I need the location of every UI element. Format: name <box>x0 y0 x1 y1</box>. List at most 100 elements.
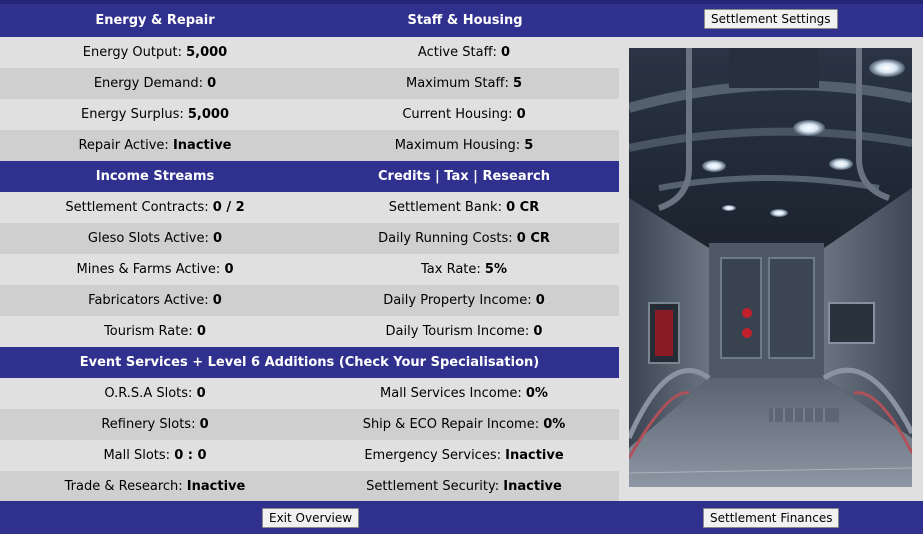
event-section-header: Event Services + Level 6 Additions (Chec… <box>0 347 619 378</box>
stat-label: O.R.S.A Slots: <box>104 386 193 401</box>
stat-right: Settlement Bank: 0 CR <box>309 192 619 223</box>
table-row: Mall Slots: 0 : 0 Emergency Services: Ina… <box>0 440 619 471</box>
stat-value: 5 <box>512 76 523 91</box>
table-row: O.R.S.A Slots: 0 Mall Services Income: 0% <box>0 378 619 409</box>
stat-value: 0% <box>543 417 566 432</box>
stat-right: Daily Running Costs: 0 CR <box>309 223 619 254</box>
staff-housing-title: Staff & Housing <box>407 13 523 28</box>
stat-right: Maximum Housing: 5 <box>309 130 619 161</box>
stat-value: 0 <box>516 107 526 122</box>
stat-right: Settlement Security: Inactive <box>309 471 619 502</box>
stat-left: O.R.S.A Slots: 0 <box>0 378 310 409</box>
table-row: Energy Surplus: 5,000 Current Housing: 0 <box>0 99 619 130</box>
stat-label: Energy Output: <box>82 45 182 60</box>
stat-label: Emergency Services: <box>364 448 501 463</box>
event-services-title: Event Services + Level 6 Additions (Chec… <box>79 355 540 370</box>
stat-label: Mall Slots: <box>103 448 171 463</box>
stat-left: Settlement Contracts: 0 / 2 <box>0 192 310 223</box>
settlement-finances-button[interactable]: Settlement Finances <box>703 508 840 528</box>
stat-value: 0 <box>501 45 511 60</box>
stat-label: Mall Services Income: <box>380 386 522 401</box>
stat-value: Inactive <box>505 448 564 463</box>
table-row: Energy Output: 5,000 Active Staff: 0 <box>0 37 619 68</box>
stat-value: 5,000 <box>186 45 228 60</box>
stat-value: Inactive <box>503 479 562 494</box>
stat-label: Energy Demand: <box>93 76 203 91</box>
stat-label: Ship & ECO Repair Income: <box>362 417 540 432</box>
table-row: Trade & Research: Inactive Settlement Sec… <box>0 471 619 502</box>
stat-label: Mines & Farms Active: <box>76 262 221 277</box>
table-row: Tourism Rate: 0 Daily Tourism Income: 0 <box>0 316 619 347</box>
stat-right: Mall Services Income: 0% <box>309 378 619 409</box>
stat-value: 0 <box>196 386 206 401</box>
stat-value: 0 <box>533 324 543 339</box>
stat-value: 0% <box>525 386 548 401</box>
stat-label: Active Staff: <box>417 45 497 60</box>
stat-right: Active Staff: 0 <box>309 37 619 68</box>
stat-label: Tax Rate: <box>421 262 481 277</box>
stat-right: Daily Property Income: 0 <box>309 285 619 316</box>
stat-value: Inactive <box>172 138 232 153</box>
stat-left: Repair Active: Inactive <box>0 130 310 161</box>
stat-value: 5,000 <box>187 107 229 122</box>
stat-value: 0 : 0 <box>174 448 207 463</box>
stat-value: 0 <box>535 293 545 308</box>
stat-label: Refinery Slots: <box>101 417 196 432</box>
stat-value: 0 CR <box>516 231 550 246</box>
stat-value: 0 / 2 <box>212 200 245 215</box>
stat-right: Daily Tourism Income: 0 <box>309 316 619 347</box>
stat-label: Settlement Bank: <box>388 200 502 215</box>
footer-bar: Exit Overview Settlement Finances <box>0 501 923 534</box>
stat-left: Trade & Research: Inactive <box>0 471 310 502</box>
stat-left: Energy Demand: 0 <box>0 68 310 99</box>
stat-label: Settlement Contracts: <box>65 200 209 215</box>
stat-value: 0 <box>212 293 222 308</box>
table-row: Gleso Slots Active: 0 Daily Running Costs… <box>0 223 619 254</box>
stat-right: Ship & ECO Repair Income: 0% <box>309 409 619 440</box>
header-bar: Energy & Repair Staff & Housing Settleme… <box>0 0 923 37</box>
stat-value: 0 <box>224 262 234 277</box>
stat-value: 0 <box>213 231 223 246</box>
image-panel <box>619 37 923 501</box>
stat-label: Energy Surplus: <box>80 107 184 122</box>
settlement-settings-button[interactable]: Settlement Settings <box>704 9 838 29</box>
table-row: Settlement Contracts: 0 / 2 Settlement Ba… <box>0 192 619 223</box>
credits-tax-research-title: Credits | Tax | Research <box>378 169 550 184</box>
stat-label: Repair Active: <box>78 138 169 153</box>
income-section-header: Income Streams Credits | Tax | Research <box>0 161 619 192</box>
stat-left: Fabricators Active: 0 <box>0 285 310 316</box>
stat-label: Current Housing: <box>402 107 513 122</box>
stat-value: 5% <box>484 262 507 277</box>
stat-label: Fabricators Active: <box>88 293 209 308</box>
table-row: Fabricators Active: 0 Daily Property Inco… <box>0 285 619 316</box>
stat-label: Maximum Staff: <box>405 76 509 91</box>
stat-value: 0 <box>196 324 206 339</box>
stat-right: Maximum Staff: 5 <box>309 68 619 99</box>
stat-left: Refinery Slots: 0 <box>0 409 310 440</box>
stat-label: Gleso Slots Active: <box>87 231 209 246</box>
table-row: Energy Demand: 0 Maximum Staff: 5 <box>0 68 619 99</box>
stat-label: Maximum Housing: <box>394 138 521 153</box>
stat-right: Current Housing: 0 <box>309 99 619 130</box>
stat-left: Energy Surplus: 5,000 <box>0 99 310 130</box>
income-streams-title: Income Streams <box>95 169 215 184</box>
table-row: Refinery Slots: 0 Ship & ECO Repair Incom… <box>0 409 619 440</box>
stat-left: Mines & Farms Active: 0 <box>0 254 310 285</box>
energy-repair-title: Energy & Repair <box>95 13 215 28</box>
stat-value: 5 <box>524 138 534 153</box>
stat-value: 0 <box>207 76 217 91</box>
stat-left: Tourism Rate: 0 <box>0 316 310 347</box>
stat-left: Energy Output: 5,000 <box>0 37 310 68</box>
stat-left: Gleso Slots Active: 0 <box>0 223 310 254</box>
stat-label: Tourism Rate: <box>104 324 193 339</box>
stat-label: Daily Running Costs: <box>378 231 513 246</box>
stat-label: Trade & Research: <box>64 479 183 494</box>
stat-value: 0 <box>199 417 209 432</box>
exit-overview-button[interactable]: Exit Overview <box>262 508 360 528</box>
table-row: Repair Active: Inactive Maximum Housing: … <box>0 130 619 161</box>
table-row: Mines & Farms Active: 0 Tax Rate: 5% <box>0 254 619 285</box>
stat-value: Inactive <box>186 479 246 494</box>
stat-value: 0 CR <box>506 200 540 215</box>
stat-right: Tax Rate: 5% <box>309 254 619 285</box>
stat-left: Mall Slots: 0 : 0 <box>0 440 310 471</box>
